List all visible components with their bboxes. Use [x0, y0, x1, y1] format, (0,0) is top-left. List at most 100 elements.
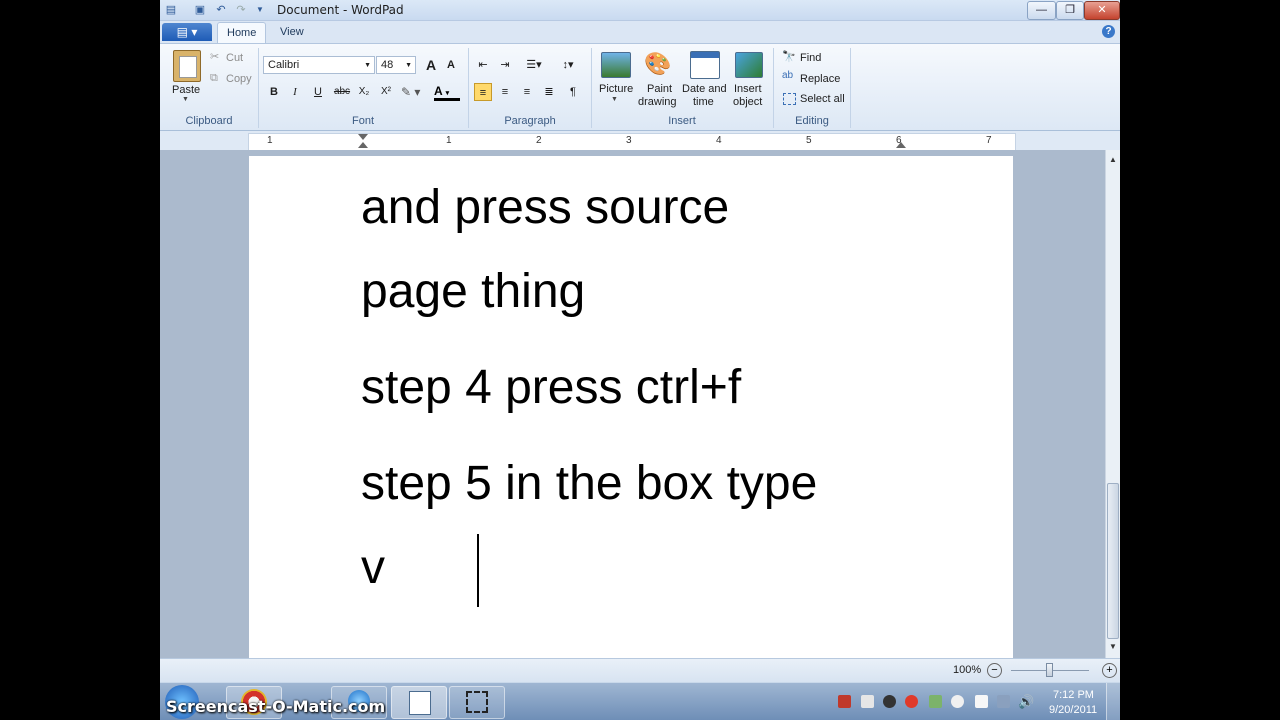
document-line: v: [361, 541, 385, 594]
picture-button[interactable]: Picture: [599, 83, 633, 95]
tray-network-icon[interactable]: [929, 695, 942, 708]
select-all-button[interactable]: Select all: [800, 93, 845, 105]
cut-icon: ✂: [210, 51, 220, 63]
vertical-scrollbar[interactable]: ▲ ▼: [1105, 150, 1120, 658]
insert-object-icon[interactable]: [735, 52, 763, 78]
bold-button[interactable]: B: [265, 83, 283, 101]
underline-button[interactable]: U: [309, 83, 327, 101]
highlight-color-icon[interactable]: ✎ ▾: [401, 83, 429, 101]
copy-icon: ⧉: [210, 72, 218, 84]
tray-app-icon[interactable]: [838, 695, 851, 708]
date-time-label-1[interactable]: Date and: [682, 83, 727, 95]
grow-font-button[interactable]: A: [422, 56, 440, 74]
minimize-button[interactable]: —: [1027, 1, 1056, 20]
paste-button[interactable]: Paste: [172, 84, 200, 96]
tab-view[interactable]: View: [271, 22, 313, 43]
undo-icon[interactable]: ↶: [214, 3, 228, 17]
text-caret: [477, 534, 479, 607]
editing-group-label: Editing: [795, 115, 829, 127]
align-center-icon[interactable]: ≡: [496, 83, 514, 101]
superscript-button[interactable]: X²: [377, 83, 395, 101]
taskbar-app-snipping[interactable]: [449, 686, 505, 719]
picture-icon[interactable]: [601, 52, 631, 78]
font-size-box[interactable]: 48 ▼: [376, 56, 416, 74]
left-indent-marker[interactable]: [358, 142, 368, 148]
document-page[interactable]: and press source page thing step 4 press…: [249, 156, 1013, 658]
italic-button[interactable]: I: [286, 83, 304, 101]
ruler-mark: 1: [446, 135, 452, 146]
wordpad-app-icon[interactable]: ▤: [164, 3, 178, 17]
paint-drawing-label-1[interactable]: Paint: [647, 83, 672, 95]
tray-action-center-icon[interactable]: [975, 695, 988, 708]
save-icon[interactable]: ▣: [193, 3, 207, 17]
align-left-icon[interactable]: ≡: [474, 83, 492, 101]
chevron-down-icon: ▼: [364, 62, 371, 69]
replace-icon: ab: [782, 70, 794, 81]
bullets-icon[interactable]: ☰▾: [521, 56, 547, 74]
restore-button[interactable]: ❐: [1056, 1, 1084, 20]
document-line: page thing: [361, 265, 586, 318]
wordpad-window: ▤ ▣ ↶ ↷ ▼ Document - WordPad — ❐ ✕ ▤ ▾ H…: [160, 0, 1120, 720]
tray-antivirus-icon[interactable]: [905, 695, 918, 708]
date-time-label-2[interactable]: time: [693, 96, 714, 108]
paragraph-settings-icon[interactable]: ¶: [564, 83, 582, 101]
tray-document-icon[interactable]: [861, 695, 874, 708]
font-color-icon: A: [434, 84, 443, 98]
scroll-up-icon[interactable]: ▲: [1109, 155, 1117, 164]
taskbar-app-wordpad[interactable]: [391, 686, 447, 719]
tab-home[interactable]: Home: [217, 22, 267, 44]
paste-icon[interactable]: [173, 50, 201, 82]
zoom-in-button[interactable]: +: [1102, 663, 1117, 678]
find-button[interactable]: Find: [800, 52, 821, 64]
ruler-mark: 7: [986, 135, 992, 146]
shrink-font-button[interactable]: A: [442, 56, 460, 74]
tray-record-icon[interactable]: [883, 695, 896, 708]
document-area[interactable]: and press source page thing step 4 press…: [160, 150, 1105, 658]
clock-time[interactable]: 7:12 PM: [1053, 689, 1094, 701]
zoom-out-button[interactable]: −: [987, 663, 1002, 678]
application-menu-button[interactable]: ▤ ▾: [162, 23, 212, 41]
cut-button[interactable]: Cut: [226, 52, 243, 64]
window-title: Document - WordPad: [277, 3, 404, 17]
scroll-down-icon[interactable]: ▼: [1109, 642, 1117, 651]
picture-dropdown-icon[interactable]: ▼: [611, 96, 618, 103]
ruler[interactable]: 1 1 2 3 4 5 6 7: [248, 133, 1016, 151]
justify-icon[interactable]: ≣: [540, 83, 558, 101]
right-indent-marker[interactable]: [896, 142, 906, 148]
paste-dropdown-icon[interactable]: ▼: [182, 96, 189, 103]
customize-toolbar-icon[interactable]: ▼: [253, 3, 267, 17]
help-icon[interactable]: ?: [1102, 25, 1115, 38]
volume-icon[interactable]: 🔊: [1018, 694, 1034, 710]
font-family-box[interactable]: Calibri ▼: [263, 56, 375, 74]
ruler-mark: 2: [536, 135, 542, 146]
font-color-button[interactable]: A ▾: [434, 83, 460, 101]
insert-object-label-2[interactable]: object: [733, 96, 762, 108]
decrease-indent-icon[interactable]: ⇤: [474, 56, 492, 74]
insert-group-label: Insert: [668, 115, 696, 127]
insert-object-label-1[interactable]: Insert: [734, 83, 762, 95]
increase-indent-icon[interactable]: ⇥: [496, 56, 514, 74]
first-line-indent-marker[interactable]: [358, 134, 368, 140]
close-button[interactable]: ✕: [1084, 1, 1120, 20]
paint-drawing-icon[interactable]: 🎨: [643, 50, 673, 78]
ruler-mark: 1: [267, 135, 273, 146]
strikethrough-button[interactable]: abc: [331, 83, 353, 101]
align-right-icon[interactable]: ≡: [518, 83, 536, 101]
ribbon: Paste ▼ ✂ Cut ⧉ Copy Clipboard Calibri ▼…: [160, 43, 1120, 131]
chevron-down-icon: ▼: [405, 62, 412, 69]
copy-button[interactable]: Copy: [226, 73, 252, 85]
tray-display-icon[interactable]: [997, 695, 1010, 708]
tray-update-icon[interactable]: [951, 695, 964, 708]
date-time-icon[interactable]: [690, 51, 720, 79]
redo-icon[interactable]: ↷: [234, 3, 248, 17]
paint-drawing-label-2[interactable]: drawing: [638, 96, 677, 108]
show-desktop-button[interactable]: [1106, 683, 1120, 720]
subscript-button[interactable]: X₂: [355, 83, 373, 101]
clock-date[interactable]: 9/20/2011: [1049, 704, 1097, 716]
find-icon: 🔭: [782, 51, 796, 63]
zoom-slider-thumb[interactable]: [1046, 663, 1053, 677]
line-spacing-icon[interactable]: ↕▾: [555, 56, 581, 74]
replace-button[interactable]: Replace: [800, 73, 840, 85]
scrollbar-thumb[interactable]: [1107, 483, 1119, 639]
ruler-mark: 4: [716, 135, 722, 146]
